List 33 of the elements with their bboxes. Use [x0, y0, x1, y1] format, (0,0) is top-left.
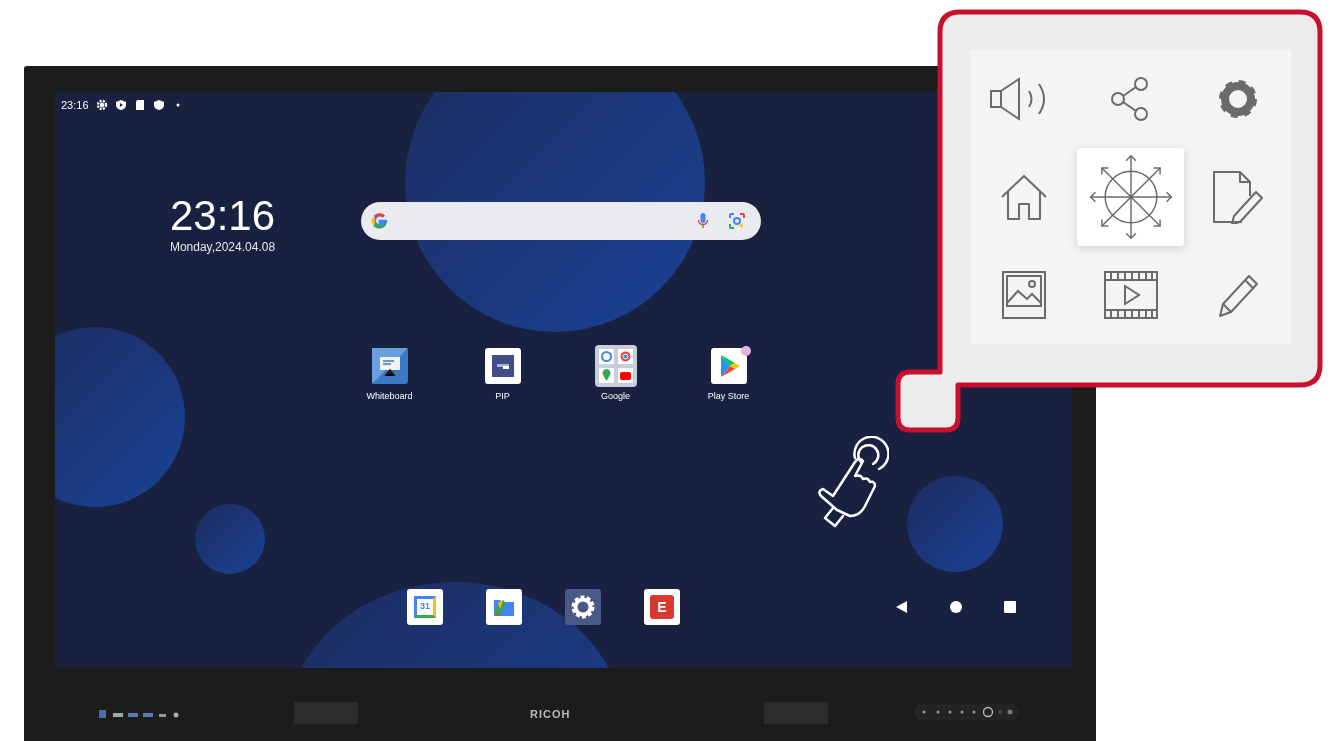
brand-logo: RICOH [530, 707, 571, 722]
microphone-icon[interactable] [697, 212, 709, 230]
document-pencil-icon [1211, 170, 1264, 224]
sd-card-icon [133, 99, 146, 112]
app-label[interactable]: Play Store [707, 390, 750, 404]
gear-icon [95, 99, 108, 112]
clock-date: Monday,2024.04.08 [169, 240, 276, 254]
clock-time: 23:16 [169, 192, 276, 240]
shield-icon [114, 99, 127, 112]
camera-lens-icon[interactable] [729, 213, 745, 229]
app-folder-icon[interactable] [594, 345, 637, 387]
files-app-icon[interactable] [486, 589, 522, 625]
settings-app-icon[interactable] [565, 589, 601, 625]
app-label[interactable]: PIP [495, 390, 510, 404]
eshare-app-icon[interactable]: E [644, 589, 680, 625]
back-icon[interactable] [896, 601, 908, 613]
home-circle-icon[interactable] [950, 601, 962, 613]
google-g-icon [371, 212, 389, 230]
whiteboard-app-icon[interactable] [371, 348, 408, 384]
pip-app-icon[interactable] [484, 348, 521, 384]
picture-icon [1001, 271, 1046, 319]
play-store-icon[interactable] [710, 348, 747, 384]
status-time: 23:16 [61, 98, 89, 113]
shield-icon [152, 99, 165, 112]
app-label[interactable]: Google [601, 390, 630, 404]
app-label[interactable]: Whiteboard [366, 390, 413, 404]
calendar-date: 31 [414, 596, 436, 618]
move-arrows-icon [1088, 154, 1173, 240]
menu-tile[interactable] [1077, 148, 1184, 246]
search-bar[interactable] [361, 202, 761, 240]
film-strip-icon [1103, 271, 1158, 319]
calendar-app-icon[interactable]: 31 [407, 589, 443, 625]
app-letter: E [650, 595, 674, 619]
